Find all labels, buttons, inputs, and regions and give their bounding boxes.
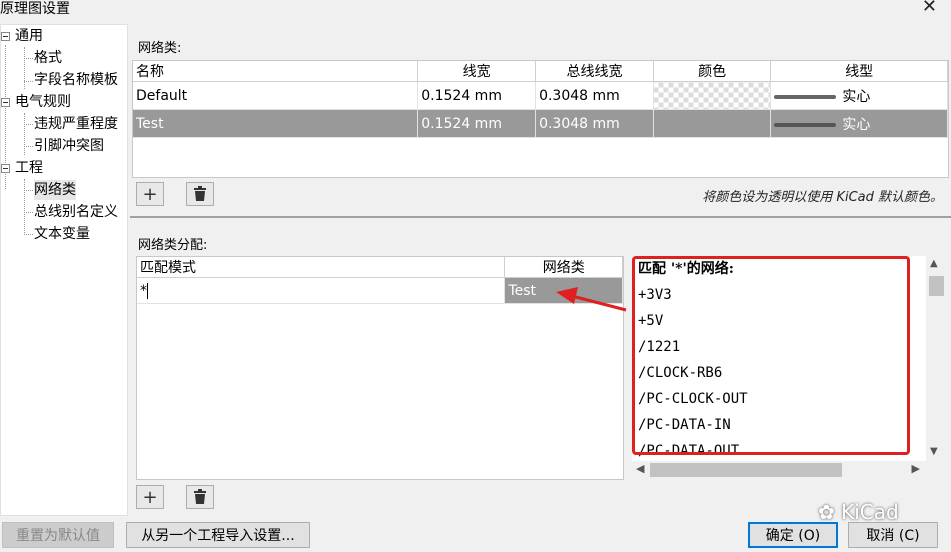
cell-wire-width[interactable]: 0.1524 mm	[417, 81, 537, 110]
horizontal-scrollbar[interactable]: ◀ ▶	[632, 461, 926, 479]
tree-item-net-classes[interactable]: 网络类	[34, 180, 76, 200]
scroll-down-icon[interactable]: ▼	[930, 446, 938, 457]
transparent-color-hint: 将颜色设为透明以使用 KiCad 默认颜色。	[702, 190, 943, 205]
text-caret	[147, 282, 148, 299]
settings-tree: 通用 格式 字段名称模板 电气规则 违规严重程度 引脚冲突图 工程 网络类 总线…	[0, 24, 128, 516]
tree-item-pin-conflicts-map[interactable]: 引脚冲突图	[34, 136, 104, 156]
cell-color-swatch[interactable]	[653, 81, 772, 110]
plus-icon: +	[142, 486, 158, 508]
scroll-left-icon[interactable]: ◀	[636, 462, 644, 475]
table-row[interactable]: Test 0.1524 mm 0.3048 mm 实心	[133, 109, 948, 138]
trash-icon	[194, 489, 206, 504]
watermark: ✿ KiCad	[818, 500, 899, 524]
cell-wire-width[interactable]: 0.1524 mm	[417, 109, 537, 138]
trash-icon	[194, 186, 206, 201]
wechat-icon: ✿	[818, 500, 835, 524]
net-classes-header-row: 名称 线宽 总线线宽 颜色 线型	[133, 61, 948, 82]
line-style-label: 实心	[842, 88, 871, 105]
add-assignment-button[interactable]: +	[136, 485, 164, 509]
vertical-scroll-thumb[interactable]	[929, 276, 944, 296]
assignments-header-row: 匹配模式 网络类	[137, 257, 623, 278]
annotation-arrow-icon	[556, 287, 627, 312]
line-style-swatch	[774, 94, 837, 99]
ok-button[interactable]: 确定 (O)	[748, 522, 838, 548]
tree-item-violation-severity[interactable]: 违规严重程度	[34, 114, 118, 134]
reset-to-defaults-button[interactable]: 重置为默认值	[2, 522, 114, 548]
collapse-icon[interactable]	[1, 164, 10, 173]
cell-name[interactable]: Test	[133, 109, 419, 138]
add-net-class-button[interactable]: +	[136, 182, 164, 206]
scroll-right-icon[interactable]: ▶	[912, 462, 920, 475]
watermark-text: KiCad	[841, 500, 899, 524]
cell-color-swatch[interactable]	[653, 109, 772, 138]
column-header-pattern[interactable]: 匹配模式	[137, 257, 506, 278]
plus-icon: +	[142, 183, 158, 205]
import-settings-button[interactable]: 从另一个工程导入设置...	[126, 522, 310, 548]
section-divider[interactable]	[130, 216, 951, 218]
cell-line-style[interactable]: 实心	[770, 109, 948, 138]
column-header-color[interactable]: 颜色	[653, 61, 772, 82]
net-classes-grid: 名称 线宽 总线线宽 颜色 线型 Default 0.1524 mm 0.304…	[132, 60, 949, 178]
horizontal-scroll-thumb[interactable]	[650, 463, 842, 477]
column-header-net-class[interactable]: 网络类	[504, 257, 623, 278]
table-row[interactable]: Default 0.1524 mm 0.3048 mm 实心	[133, 81, 948, 110]
delete-net-class-button[interactable]	[186, 182, 214, 206]
column-header-line-style[interactable]: 线型	[770, 61, 948, 82]
tree-item-bus-alias-definitions[interactable]: 总线别名定义	[34, 202, 118, 222]
collapse-icon[interactable]	[1, 32, 10, 41]
tree-item-project[interactable]: 工程	[15, 158, 43, 178]
net-classes-label: 网络类:	[138, 41, 182, 56]
window-title: 原理图设置	[0, 1, 70, 17]
line-style-label: 实心	[842, 116, 871, 133]
tree-item-electrical-rules[interactable]: 电气规则	[15, 92, 71, 112]
tree-item-field-name-templates[interactable]: 字段名称模板	[34, 70, 118, 90]
net-class-assignments-label: 网络类分配:	[138, 238, 208, 253]
vertical-scrollbar[interactable]: ▲ ▼	[926, 256, 946, 461]
cell-name[interactable]: Default	[133, 81, 419, 110]
pattern-value[interactable]: *	[140, 283, 147, 299]
collapse-icon[interactable]	[1, 98, 10, 107]
annotation-highlight-box	[632, 256, 910, 455]
cell-line-style[interactable]: 实心	[770, 81, 948, 110]
close-icon[interactable]: ✕	[922, 0, 937, 17]
scroll-up-icon[interactable]: ▲	[930, 258, 938, 269]
column-header-wire-width[interactable]: 线宽	[417, 61, 537, 82]
cell-pattern[interactable]: *	[137, 277, 506, 304]
column-header-bus-width[interactable]: 总线线宽	[535, 61, 654, 82]
delete-assignment-button[interactable]	[186, 485, 214, 509]
tree-item-text-variables[interactable]: 文本变量	[34, 224, 90, 244]
tree-item-formatting[interactable]: 格式	[34, 48, 62, 68]
column-header-name[interactable]: 名称	[133, 61, 419, 82]
cell-bus-width[interactable]: 0.3048 mm	[535, 81, 654, 110]
tree-item-general[interactable]: 通用	[15, 26, 43, 46]
cell-bus-width[interactable]: 0.3048 mm	[535, 109, 654, 138]
cancel-button[interactable]: 取消 (C)	[848, 522, 938, 548]
line-style-swatch	[774, 122, 837, 127]
